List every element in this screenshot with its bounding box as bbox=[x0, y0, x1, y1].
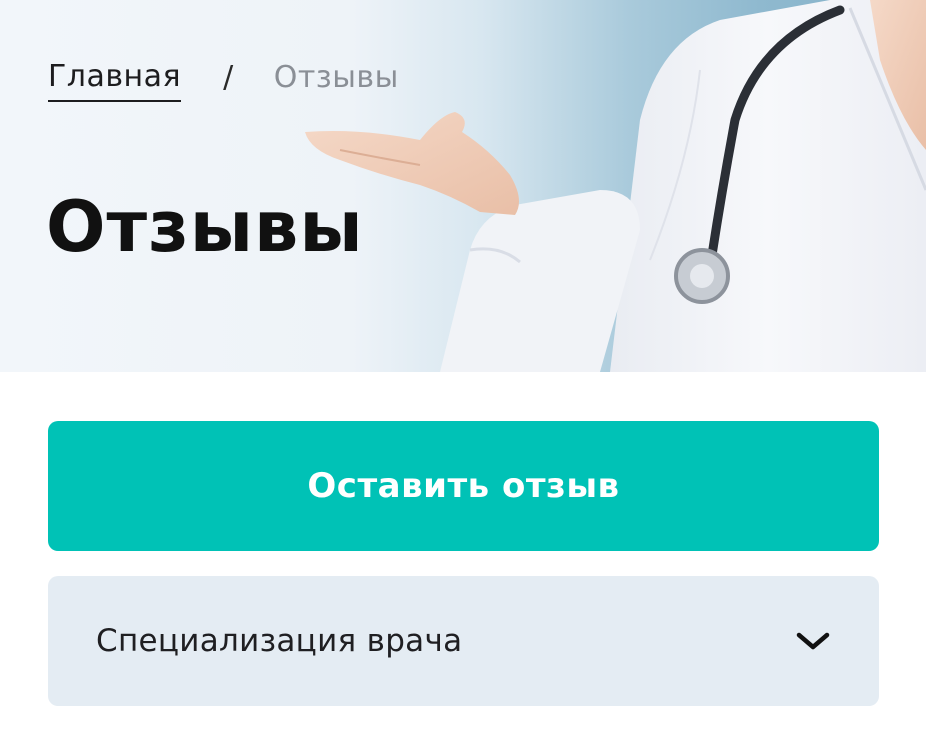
breadcrumb-current: Отзывы bbox=[273, 59, 399, 95]
breadcrumb-home-link[interactable]: Главная bbox=[48, 59, 182, 102]
breadcrumb-separator: / bbox=[223, 59, 234, 95]
leave-review-button[interactable]: Оставить отзыв bbox=[48, 421, 879, 551]
chevron-down-icon bbox=[795, 629, 831, 653]
specialization-select[interactable]: Специализация врача bbox=[48, 576, 879, 706]
page-title: Отзывы bbox=[46, 186, 364, 268]
specialization-select-value: Специализация врача bbox=[96, 623, 463, 659]
breadcrumb: Главная / Отзывы bbox=[48, 56, 399, 104]
hero-banner: Главная / Отзывы Отзывы bbox=[0, 0, 926, 372]
reviews-page: Главная / Отзывы Отзывы Оставить отзыв С… bbox=[0, 0, 926, 732]
